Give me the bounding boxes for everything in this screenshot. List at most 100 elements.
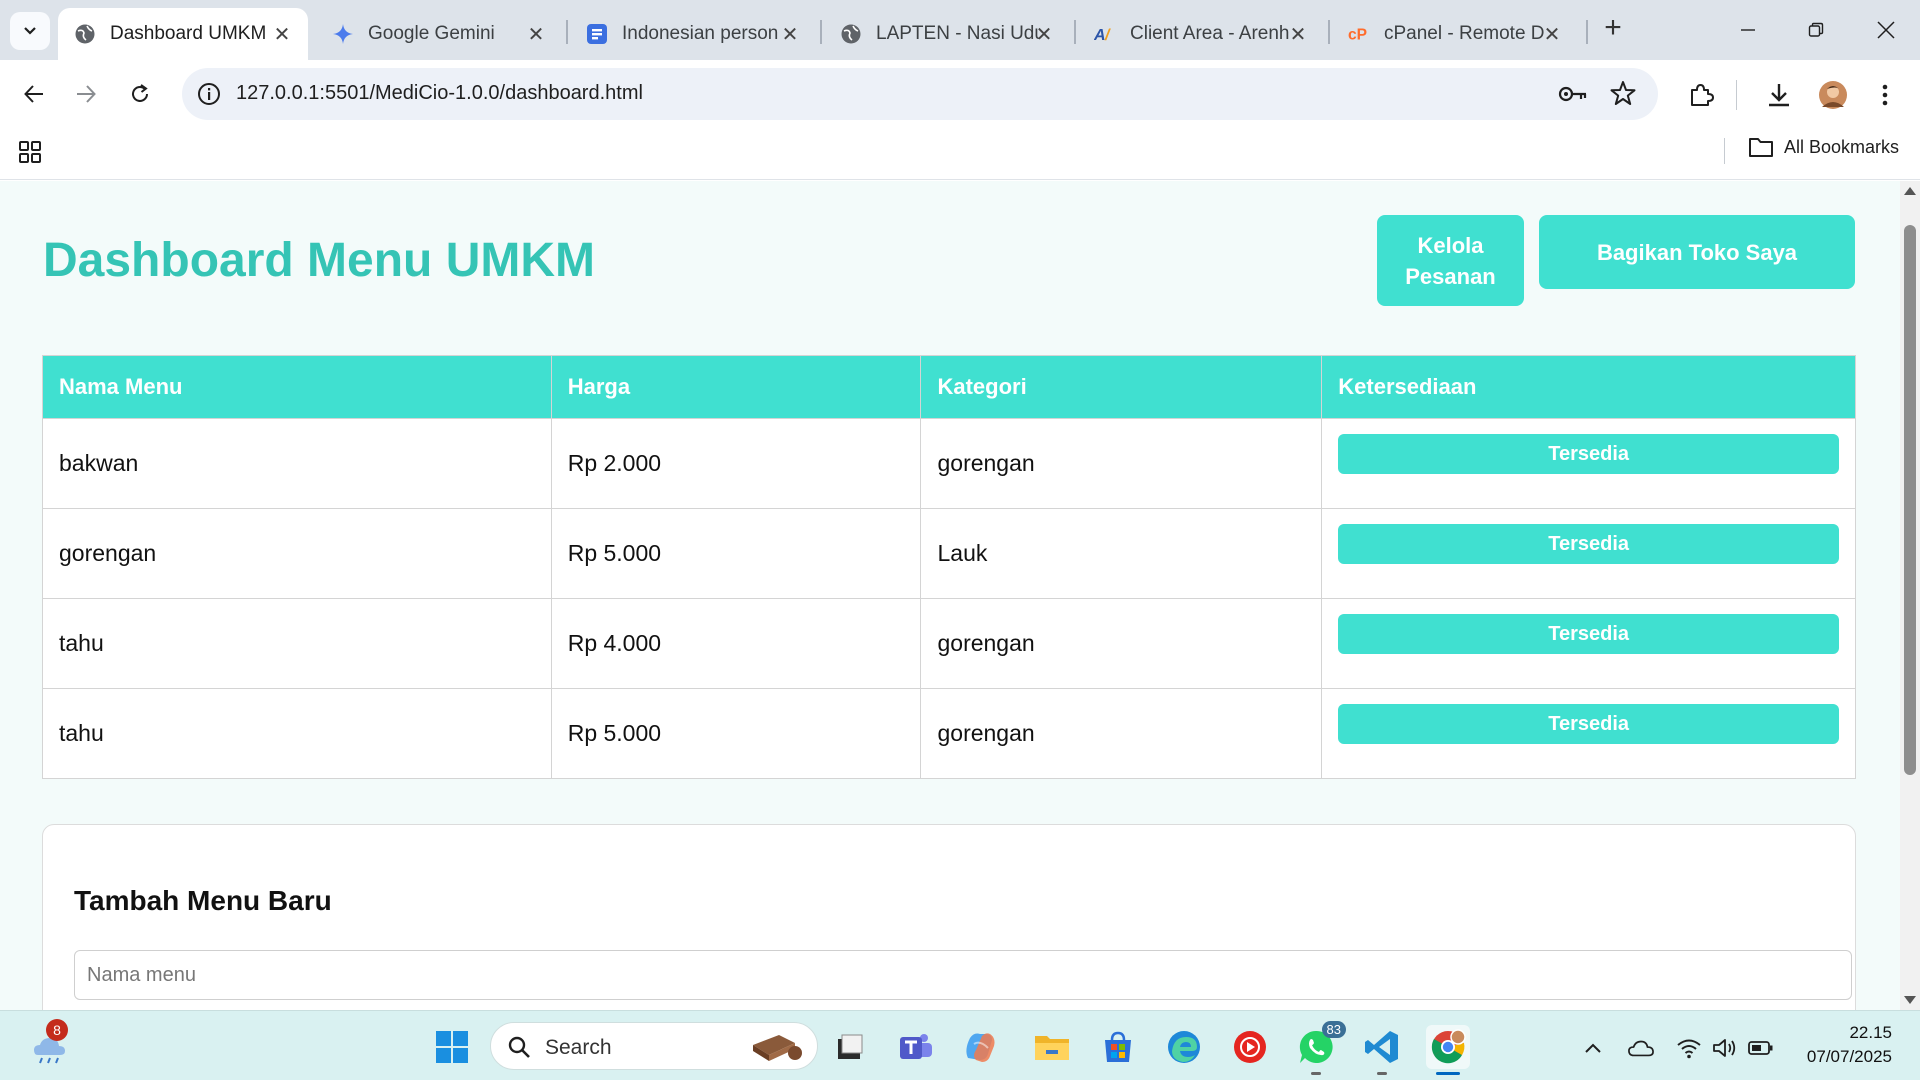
downloads-button[interactable] — [1764, 80, 1794, 110]
url-text[interactable]: 127.0.0.1:5501/MediCio-1.0.0/dashboard.h… — [236, 82, 643, 105]
tray-overflow-button[interactable] — [1580, 1035, 1606, 1061]
tray-battery[interactable] — [1748, 1035, 1774, 1061]
new-tab-button[interactable]: + — [1598, 13, 1628, 44]
all-bookmarks-button[interactable]: All Bookmarks — [1748, 136, 1899, 158]
tab-title: LAPTEN - Nasi Udu — [876, 23, 1040, 44]
taskbar-teams[interactable] — [894, 1025, 938, 1069]
cell-kategori: gorengan — [920, 418, 1323, 509]
table-row: tahu Rp 5.000 gorengan Tersedia — [42, 688, 1856, 779]
table-header-row: Nama Menu Harga Kategori Ketersediaan — [42, 355, 1856, 419]
menu-table: Nama Menu Harga Kategori Ketersediaan ba… — [42, 355, 1856, 779]
taskbar-microsoft-store[interactable] — [1096, 1025, 1140, 1069]
column-header-nama-menu: Nama Menu — [42, 355, 552, 419]
tray-wifi[interactable] — [1676, 1035, 1702, 1061]
chevron-up-icon — [1585, 1043, 1601, 1053]
folder-icon — [1035, 1036, 1069, 1060]
edge-icon — [1168, 1031, 1200, 1063]
cloud-icon — [1628, 1040, 1654, 1057]
close-icon[interactable]: ✕ — [778, 22, 802, 46]
column-header-kategori: Kategori — [920, 355, 1323, 419]
column-header-harga: Harga — [550, 355, 922, 419]
taskbar-file-explorer[interactable] — [1030, 1025, 1074, 1069]
minimize-icon — [1741, 29, 1755, 31]
taskbar-clock[interactable]: 22.15 07/07/2025 — [1774, 1021, 1892, 1069]
page-title: Dashboard Menu UMKM — [43, 234, 595, 287]
taskbar-chrome[interactable] — [1426, 1025, 1470, 1075]
cell-kategori: gorengan — [920, 688, 1323, 779]
status-badge[interactable]: Tersedia — [1338, 434, 1839, 474]
close-window-button[interactable] — [1866, 12, 1906, 48]
status-badge[interactable]: Tersedia — [1338, 704, 1839, 744]
running-indicator — [1311, 1072, 1321, 1075]
close-icon[interactable]: ✕ — [1286, 22, 1310, 46]
tray-volume[interactable] — [1712, 1035, 1738, 1061]
tray-onedrive[interactable] — [1628, 1035, 1654, 1061]
all-bookmarks-label: All Bookmarks — [1784, 136, 1900, 157]
column-header-ketersediaan: Ketersediaan — [1321, 355, 1856, 419]
tab-client-area[interactable]: A / Client Area - Arenh ✕ — [1078, 8, 1324, 60]
tab-cpanel[interactable]: cP cPanel - Remote D ✕ — [1332, 8, 1578, 60]
tab-separator — [1074, 20, 1076, 44]
close-icon[interactable]: ✕ — [1540, 22, 1564, 46]
clock-time: 22.15 — [1849, 1023, 1892, 1042]
browser-menu-button[interactable] — [1870, 80, 1900, 110]
music-player-icon — [1234, 1031, 1266, 1063]
tab-dashboard-umkm[interactable]: Dashboard UMKM ✕ — [58, 8, 308, 60]
kelola-pesanan-button[interactable]: Kelola Pesanan — [1377, 215, 1524, 306]
status-badge[interactable]: Tersedia — [1338, 614, 1839, 654]
tab-lapten[interactable]: LAPTEN - Nasi Udu ✕ — [824, 8, 1070, 60]
page-scrollbar[interactable] — [1900, 181, 1920, 1010]
folder-icon — [1749, 138, 1773, 157]
tab-separator — [820, 20, 822, 44]
address-bar[interactable]: 127.0.0.1:5501/MediCio-1.0.0/dashboard.h… — [182, 68, 1658, 120]
key-icon[interactable] — [1558, 82, 1588, 106]
close-icon[interactable]: ✕ — [1032, 22, 1056, 46]
scroll-down-arrow[interactable] — [1904, 996, 1916, 1004]
extensions-button[interactable] — [1686, 80, 1716, 110]
tab-title: Indonesian person — [622, 23, 779, 44]
status-badge[interactable]: Tersedia — [1338, 524, 1839, 564]
taskbar-edge[interactable] — [1162, 1025, 1206, 1069]
add-menu-form: Tambah Menu Baru — [42, 824, 1856, 1010]
cell-ketersediaan: Tersedia — [1321, 508, 1856, 599]
apps-grid-icon[interactable] — [18, 140, 42, 164]
start-button[interactable] — [430, 1025, 474, 1069]
taskbar-copilot[interactable] — [958, 1025, 1002, 1069]
info-icon[interactable] — [196, 81, 222, 107]
taskbar-search[interactable]: Search — [490, 1022, 818, 1070]
taskbar-task-view[interactable] — [828, 1025, 872, 1069]
scroll-thumb[interactable] — [1904, 225, 1916, 775]
close-icon[interactable]: ✕ — [524, 22, 548, 46]
back-button[interactable] — [16, 76, 52, 112]
restore-button[interactable] — [1796, 12, 1836, 48]
clock-date: 07/07/2025 — [1806, 1047, 1892, 1066]
tab-google-gemini[interactable]: Google Gemini ✕ — [316, 8, 562, 60]
browser-tabstrip: Dashboard UMKM ✕ Google Gemini ✕ Indones… — [0, 0, 1920, 60]
profile-avatar[interactable] — [1818, 80, 1848, 110]
tab-separator — [1328, 20, 1330, 44]
forward-button[interactable] — [68, 76, 104, 112]
bagikan-toko-button[interactable]: Bagikan Toko Saya — [1539, 215, 1855, 289]
more-vertical-icon — [1882, 84, 1888, 106]
reload-button[interactable] — [122, 76, 158, 112]
taskbar-youtube-music[interactable] — [1228, 1025, 1272, 1069]
taskbar-whatsapp[interactable]: 83 — [1294, 1021, 1346, 1075]
star-icon[interactable] — [1610, 80, 1636, 106]
close-icon[interactable]: ✕ — [270, 22, 294, 46]
cell-nama-menu: gorengan — [42, 508, 552, 599]
gemini-icon — [332, 23, 354, 45]
cell-harga: Rp 2.000 — [550, 418, 922, 509]
minimize-button[interactable] — [1728, 12, 1768, 48]
bookmarks-bar: All Bookmarks — [0, 128, 1920, 180]
menu-name-input[interactable] — [74, 950, 1852, 1000]
table-row: gorengan Rp 5.000 Lauk Tersedia — [42, 508, 1856, 599]
tab-indonesian-person[interactable]: Indonesian person ✕ — [570, 8, 816, 60]
cell-kategori: gorengan — [920, 598, 1323, 689]
page-content: Dashboard Menu UMKM Kelola Pesanan Bagik… — [0, 181, 1900, 1010]
tab-title: Google Gemini — [368, 23, 495, 44]
taskbar-vscode[interactable] — [1360, 1025, 1404, 1075]
scroll-up-arrow[interactable] — [1904, 187, 1916, 195]
search-highlight-icon — [753, 1035, 802, 1061]
tab-search-button[interactable] — [10, 12, 50, 50]
close-icon — [1877, 21, 1895, 39]
